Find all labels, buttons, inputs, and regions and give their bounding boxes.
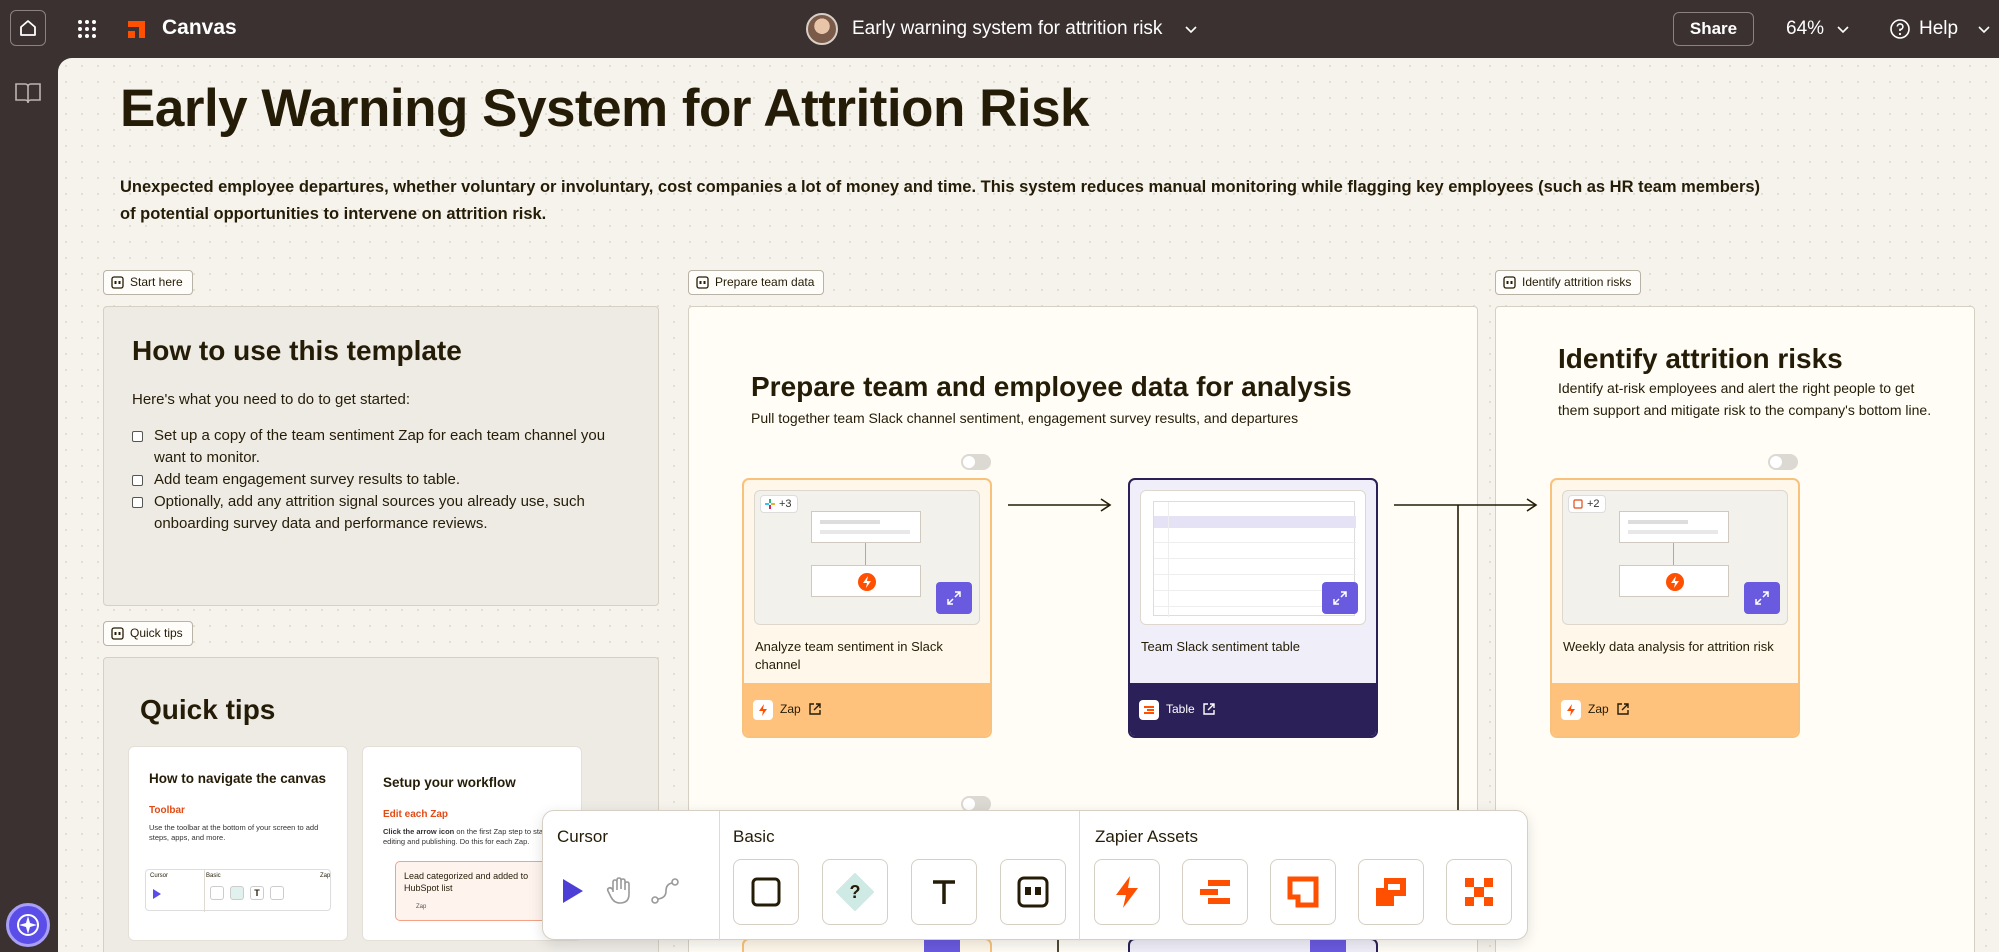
book-icon[interactable] [14, 80, 42, 106]
help-icon[interactable] [1889, 18, 1911, 40]
section-tool[interactable] [1000, 859, 1066, 925]
question-diamond-icon: ? [836, 873, 874, 911]
zap-card-sentiment[interactable]: +3 Analyze team sentiment in Slack chann… [742, 478, 992, 738]
zap-thumbnail: +2 [1562, 490, 1788, 625]
card-label: Analyze team sentiment in Slack channel [755, 639, 943, 672]
zap-icon [1116, 876, 1138, 908]
zoom-level[interactable]: 64% [1786, 18, 1824, 40]
hand-tool[interactable] [601, 873, 637, 909]
card-type: Zap [780, 702, 801, 716]
chevron-down-icon[interactable] [1836, 22, 1850, 36]
chatbot-asset-tool[interactable] [1358, 859, 1424, 925]
help-button[interactable]: Help [1919, 18, 1958, 40]
app-badge: +2 [1568, 495, 1606, 513]
app-badge: +3 [760, 495, 798, 513]
bottom-toolbar: Cursor Basic ? Zapier Assets [542, 810, 1528, 941]
external-link-icon[interactable] [1616, 702, 1630, 716]
expand-button[interactable] [936, 582, 972, 614]
expand-icon [1755, 591, 1769, 605]
table-icon [1200, 880, 1230, 904]
expand-button[interactable] [1744, 582, 1780, 614]
zap-card-weekly-analysis[interactable]: +2 Weekly data analysis for attrition ri… [1550, 478, 1800, 738]
card-label: Team Slack sentiment table [1141, 639, 1300, 654]
canvas-logo-icon [128, 21, 145, 38]
external-link-icon[interactable] [1202, 702, 1216, 716]
home-button[interactable] [10, 10, 46, 46]
calendar-icon [1573, 499, 1583, 509]
product-name: Canvas [162, 16, 237, 39]
select-tool[interactable] [555, 873, 591, 909]
expand-icon [947, 591, 961, 605]
card-type: Zap [1588, 702, 1609, 716]
zap-icon [858, 573, 876, 591]
table-card-sentiment[interactable]: Team Slack sentiment table Table [1128, 478, 1378, 738]
table-asset-tool[interactable] [1182, 859, 1248, 925]
section-icon [1017, 876, 1049, 908]
cursor-icon [563, 879, 583, 903]
share-button[interactable]: Share [1673, 12, 1754, 46]
slack-icon [765, 499, 775, 509]
decision-tool[interactable]: ? [822, 859, 888, 925]
svg-text:?: ? [850, 882, 861, 902]
expand-button[interactable] [1322, 582, 1358, 614]
home-icon [20, 20, 36, 36]
zap-asset-tool[interactable] [1094, 859, 1160, 925]
toolbar-section-label: Basic [733, 827, 775, 846]
compass-icon [17, 914, 39, 936]
interface-asset-tool[interactable] [1270, 859, 1336, 925]
table-icon [1139, 700, 1159, 720]
zap-card-partial[interactable] [742, 938, 992, 952]
square-icon [751, 877, 781, 907]
zap-icon [1666, 573, 1684, 591]
chevron-down-icon[interactable] [1977, 22, 1991, 36]
external-link-icon[interactable] [808, 702, 822, 716]
table-card-partial[interactable] [1128, 938, 1378, 952]
canvas-asset-tool[interactable] [1446, 859, 1512, 925]
card-type: Table [1166, 702, 1195, 716]
text-tool[interactable] [911, 859, 977, 925]
connector-tool[interactable] [647, 873, 683, 909]
interface-icon [1287, 876, 1319, 908]
chatbot-icon [1376, 878, 1406, 906]
zap-thumbnail: +3 [754, 490, 980, 625]
document-title[interactable]: Early warning system for attrition risk [852, 18, 1162, 40]
table-thumbnail [1140, 490, 1366, 625]
zap-icon [753, 700, 773, 720]
expand-icon [1333, 591, 1347, 605]
zap-icon [1561, 700, 1581, 720]
text-icon [933, 880, 955, 904]
toolbar-section-label: Zapier Assets [1095, 827, 1198, 846]
hand-icon [606, 877, 630, 904]
connector-icon [651, 878, 679, 904]
avatar[interactable] [806, 13, 838, 45]
card-label: Weekly data analysis for attrition risk [1563, 639, 1774, 654]
top-bar: Canvas Early warning system for attritio… [0, 0, 1999, 58]
assistant-button[interactable] [6, 903, 50, 947]
chevron-down-icon[interactable] [1184, 22, 1198, 36]
apps-grid-icon[interactable] [76, 18, 98, 40]
shape-tool[interactable] [733, 859, 799, 925]
card-footer: Table [1130, 683, 1376, 736]
card-footer: Zap [744, 683, 990, 736]
card-footer: Zap [1552, 683, 1798, 736]
canvas-asset-icon [1465, 878, 1493, 906]
toolbar-section-label: Cursor [557, 827, 609, 846]
